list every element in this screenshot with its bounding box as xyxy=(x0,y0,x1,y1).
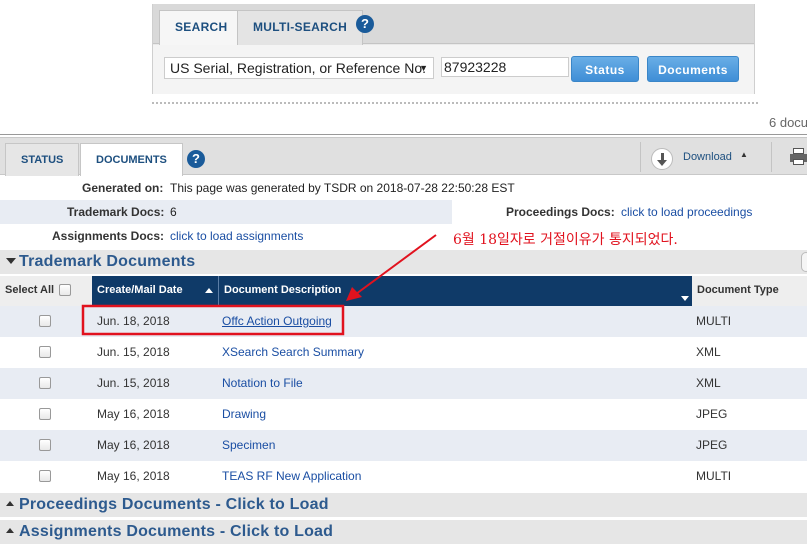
sort-asc-icon xyxy=(205,288,213,293)
expand-icon xyxy=(6,501,14,506)
search-type-select[interactable]: US Serial, Registration, or Reference No… xyxy=(164,57,434,79)
download-button[interactable]: Download xyxy=(683,151,732,163)
tab-multi-search[interactable]: MULTI-SEARCH xyxy=(237,10,364,45)
section-title: Trademark Documents xyxy=(19,253,196,270)
generated-label: Generated on: xyxy=(82,181,164,195)
row-description-link[interactable]: Specimen xyxy=(222,438,275,452)
row-date: Jun. 15, 2018 xyxy=(97,345,170,359)
description-header-label: Document Description xyxy=(224,284,342,296)
select-all-column: Select All xyxy=(0,276,92,306)
toolbar-separator xyxy=(771,142,772,172)
caret-up-icon[interactable]: ▲ xyxy=(740,150,748,159)
date-header-label: Create/Mail Date xyxy=(97,284,183,296)
table-row: Jun. 18, 2018 Offc Action Outgoing MULTI xyxy=(0,306,807,337)
row-checkbox[interactable] xyxy=(39,408,51,420)
row-date: May 16, 2018 xyxy=(97,438,170,452)
expand-icon xyxy=(6,528,14,533)
row-description-link[interactable]: Offc Action Outgoing xyxy=(222,314,332,328)
type-header-label: Document Type xyxy=(697,284,779,296)
search-panel: SEARCH MULTI-SEARCH ? US Serial, Registr… xyxy=(152,4,755,94)
row-checkbox[interactable] xyxy=(39,439,51,451)
row-type: XML xyxy=(696,345,721,359)
search-tabbar: SEARCH MULTI-SEARCH ? xyxy=(153,4,754,45)
table-row: May 16, 2018 TEAS RF New Application MUL… xyxy=(0,461,807,492)
select-all-checkbox[interactable] xyxy=(59,284,71,296)
download-icon[interactable] xyxy=(651,148,673,170)
load-assignments-link[interactable]: click to load assignments xyxy=(170,229,303,243)
documents-button[interactable]: Documents xyxy=(647,56,739,82)
tab-search[interactable]: SEARCH xyxy=(159,10,244,45)
row-type: JPEG xyxy=(696,438,728,452)
table-row: Jun. 15, 2018 Notation to File XML xyxy=(0,368,807,399)
row-date: May 16, 2018 xyxy=(97,407,170,421)
row-type: JPEG xyxy=(696,407,728,421)
row-description-link[interactable]: TEAS RF New Application xyxy=(222,469,361,483)
row-description-link[interactable]: Drawing xyxy=(222,407,266,421)
info-row-docs: Trademark Docs: 6 Proceedings Docs: clic… xyxy=(0,200,807,224)
row-checkbox[interactable] xyxy=(39,315,51,327)
tab-documents[interactable]: DOCUMENTS xyxy=(80,143,183,177)
assignments-docs-label: Assignments Docs: xyxy=(52,229,165,243)
assignments-documents-header[interactable]: Assignments Documents - Click to Load xyxy=(0,520,807,544)
section-title: Proceedings Documents - Click to Load xyxy=(19,496,329,513)
table-row: May 16, 2018 Drawing JPEG xyxy=(0,399,807,430)
section-title: Assignments Documents - Click to Load xyxy=(19,523,334,540)
print-icon[interactable] xyxy=(790,148,807,166)
trademark-documents-header[interactable]: Trademark Documents xyxy=(0,250,807,274)
tab-status[interactable]: STATUS xyxy=(5,143,80,177)
sort-desc-icon xyxy=(681,296,689,301)
row-date: May 16, 2018 xyxy=(97,469,170,483)
info-row-generated: Generated on: This page was generated by… xyxy=(0,176,807,200)
proceedings-docs-label: Proceedings Docs: xyxy=(506,205,615,219)
row-type: MULTI xyxy=(696,314,732,328)
annotation-note: 6월 18일자로 거절이유가 통지되었다. xyxy=(453,232,678,248)
row-description-link[interactable]: XSearch Search Summary xyxy=(222,345,364,359)
proceedings-documents-header[interactable]: Proceedings Documents - Click to Load xyxy=(0,493,807,517)
dropdown-arrow-icon: ▼ xyxy=(419,63,428,73)
main-tabbar: STATUS DOCUMENTS ? Download ▲ xyxy=(0,137,807,177)
status-button[interactable]: Status xyxy=(571,56,639,82)
select-all-label: Select All xyxy=(5,284,55,296)
scroll-handle[interactable] xyxy=(801,252,807,272)
row-date: Jun. 18, 2018 xyxy=(97,314,170,328)
row-checkbox[interactable] xyxy=(39,377,51,389)
row-type: XML xyxy=(696,376,721,390)
type-column-header[interactable]: Document Type xyxy=(692,276,807,306)
row-date: Jun. 15, 2018 xyxy=(97,376,170,390)
search-form: US Serial, Registration, or Reference No… xyxy=(153,45,754,94)
row-type: MULTI xyxy=(696,469,732,483)
trademark-docs-label: Trademark Docs: xyxy=(67,205,165,219)
doc-count-text: 6 docu xyxy=(769,115,807,130)
row-description-link[interactable]: Notation to File xyxy=(222,376,303,390)
row-checkbox[interactable] xyxy=(39,470,51,482)
load-proceedings-link[interactable]: click to load proceedings xyxy=(621,205,752,219)
row-checkbox[interactable] xyxy=(39,346,51,358)
help-icon[interactable]: ? xyxy=(356,15,374,33)
table-row: May 16, 2018 Specimen JPEG xyxy=(0,430,807,461)
serial-number-input[interactable] xyxy=(441,57,569,77)
collapse-icon xyxy=(6,258,16,264)
date-column-header[interactable]: Create/Mail Date xyxy=(92,276,218,306)
divider xyxy=(0,134,807,135)
toolbar-separator xyxy=(640,142,641,172)
table-header: Select All Create/Mail Date Document Des… xyxy=(0,276,807,306)
info-row-assignments: Assignments Docs: click to load assignme… xyxy=(0,224,807,248)
help-icon[interactable]: ? xyxy=(187,150,205,168)
description-column-header[interactable]: Document Description xyxy=(218,276,692,306)
search-type-selected: US Serial, Registration, or Reference No… xyxy=(170,60,426,76)
dotted-divider xyxy=(152,102,758,104)
table-row: Jun. 15, 2018 XSearch Search Summary XML xyxy=(0,337,807,368)
trademark-docs-value: 6 xyxy=(170,205,177,219)
generated-value: This page was generated by TSDR on 2018-… xyxy=(170,181,515,195)
